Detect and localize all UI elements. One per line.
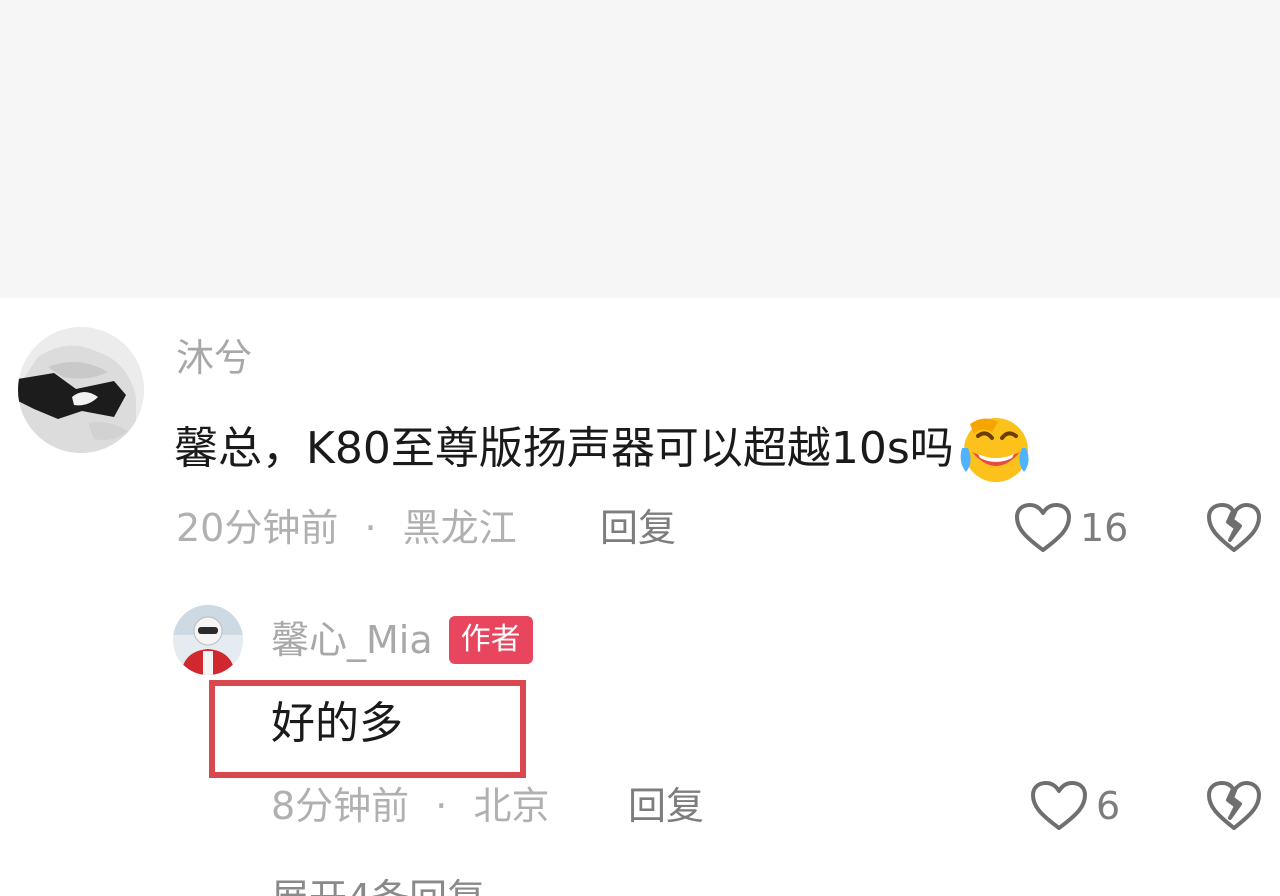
- reply-username[interactable]: 馨心_Mia: [271, 614, 433, 666]
- comment-section: 沐兮 馨总，K80至尊版扬声器可以超越10s吗 20分钟前 · 黑龙江 回复 1…: [0, 0, 1280, 896]
- meta-separator: ·: [435, 784, 448, 828]
- comment-meta: 20分钟前 · 黑龙江: [176, 502, 517, 554]
- like-button[interactable]: 16: [1014, 498, 1128, 558]
- reply-username-row: 馨心_Mia 作者: [271, 614, 533, 666]
- heart-icon: [1015, 503, 1071, 552]
- author-avatar[interactable]: [173, 605, 243, 675]
- comment-time: 20分钟前: [176, 506, 339, 550]
- reply-meta: 8分钟前 · 北京: [271, 780, 549, 832]
- like-count: 16: [1080, 506, 1129, 550]
- reply-button[interactable]: 回复: [600, 502, 676, 554]
- broken-heart-icon: [1207, 781, 1261, 830]
- comment-text: 馨总，K80至尊版扬声器可以超越10s吗: [174, 412, 1034, 486]
- like-button[interactable]: 6: [1030, 776, 1120, 836]
- reply-text: 好的多: [271, 698, 403, 749]
- face-with-tears-of-joy-icon: [956, 412, 1034, 486]
- comment-username[interactable]: 沐兮: [176, 332, 252, 384]
- comment-text-content: 馨总，K80至尊版扬声器可以超越10s吗: [174, 423, 954, 474]
- reply-button[interactable]: 回复: [628, 780, 704, 832]
- video-area-placeholder: [0, 0, 1280, 298]
- avatar[interactable]: [18, 327, 144, 453]
- meta-separator: ·: [364, 506, 377, 550]
- reply-time: 8分钟前: [271, 784, 410, 828]
- dislike-button[interactable]: [1206, 502, 1262, 558]
- reply-location: 北京: [473, 784, 550, 828]
- like-count: 6: [1096, 784, 1121, 828]
- heart-icon: [1031, 781, 1087, 830]
- expand-replies-button[interactable]: 展开4条回复: [271, 872, 485, 896]
- author-badge: 作者: [448, 616, 533, 664]
- comment-location: 黑龙江: [402, 506, 517, 550]
- dislike-button[interactable]: [1206, 780, 1262, 836]
- broken-heart-icon: [1207, 503, 1261, 552]
- expand-replies-label: 展开4条回复: [271, 872, 485, 896]
